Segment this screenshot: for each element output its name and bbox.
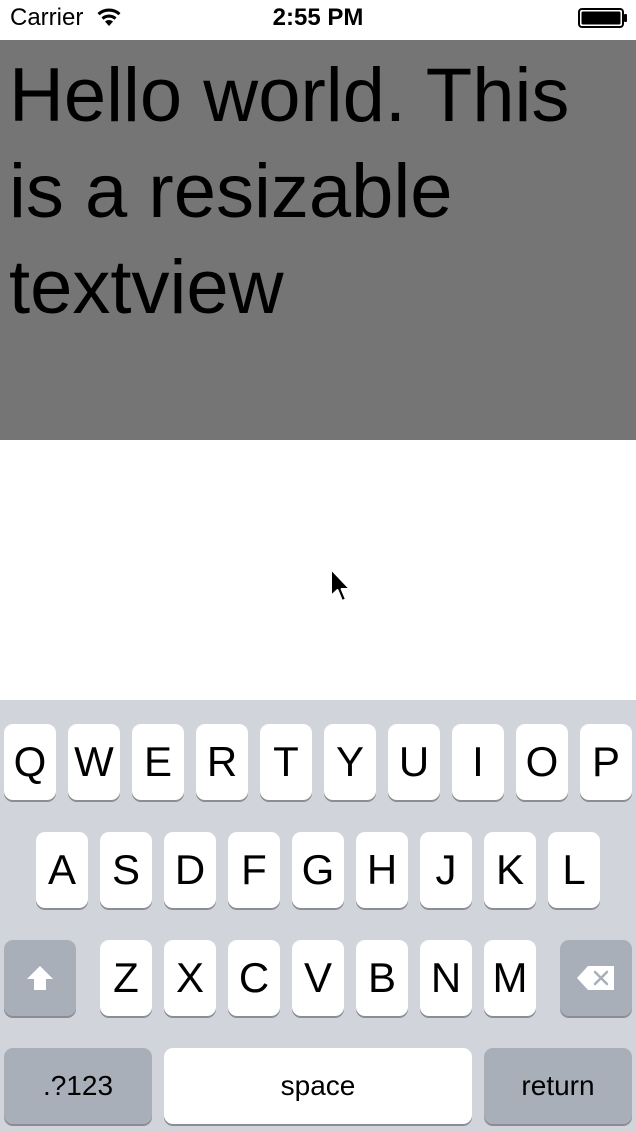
key-y[interactable]: Y [324, 724, 376, 800]
status-bar: Carrier 2:55 PM [0, 0, 636, 40]
text-view-content[interactable]: Hello world. This is a resizable textvie… [9, 48, 628, 336]
key-h[interactable]: H [356, 832, 408, 908]
key-b[interactable]: B [356, 940, 408, 1016]
key-k[interactable]: K [484, 832, 536, 908]
key-i[interactable]: I [452, 724, 504, 800]
space-key[interactable]: space [164, 1048, 472, 1124]
key-l[interactable]: L [548, 832, 600, 908]
key-z[interactable]: Z [100, 940, 152, 1016]
key-s[interactable]: S [100, 832, 152, 908]
key-w[interactable]: W [68, 724, 120, 800]
delete-backspace-icon [577, 966, 614, 990]
mouse-pointer-icon [330, 568, 351, 602]
key-n[interactable]: N [420, 940, 472, 1016]
key-d[interactable]: D [164, 832, 216, 908]
status-time: 2:55 PM [272, 4, 364, 31]
on-screen-keyboard: Q W E R T Y U I O P A S D F G H J K L Z … [0, 700, 636, 1132]
key-j[interactable]: J [420, 832, 472, 908]
app-screen: Carrier 2:55 PM Hello world. This is a r… [0, 0, 636, 1132]
key-p[interactable]: P [580, 724, 632, 800]
key-v[interactable]: V [292, 940, 344, 1016]
key-r[interactable]: R [196, 724, 248, 800]
resizable-text-view[interactable]: Hello world. This is a resizable textvie… [0, 40, 636, 440]
key-x[interactable]: X [164, 940, 216, 1016]
key-c[interactable]: C [228, 940, 280, 1016]
shift-key[interactable] [4, 940, 76, 1016]
return-key[interactable]: return [484, 1048, 632, 1124]
key-q[interactable]: Q [4, 724, 56, 800]
key-a[interactable]: A [36, 832, 88, 908]
key-o[interactable]: O [516, 724, 568, 800]
key-e[interactable]: E [132, 724, 184, 800]
key-g[interactable]: G [292, 832, 344, 908]
key-t[interactable]: T [260, 724, 312, 800]
shift-arrow-icon [27, 966, 53, 990]
delete-key[interactable] [560, 940, 632, 1016]
numbers-key[interactable]: .?123 [4, 1048, 152, 1124]
battery-icon [578, 8, 627, 28]
key-u[interactable]: U [388, 724, 440, 800]
key-m[interactable]: M [484, 940, 536, 1016]
key-f[interactable]: F [228, 832, 280, 908]
